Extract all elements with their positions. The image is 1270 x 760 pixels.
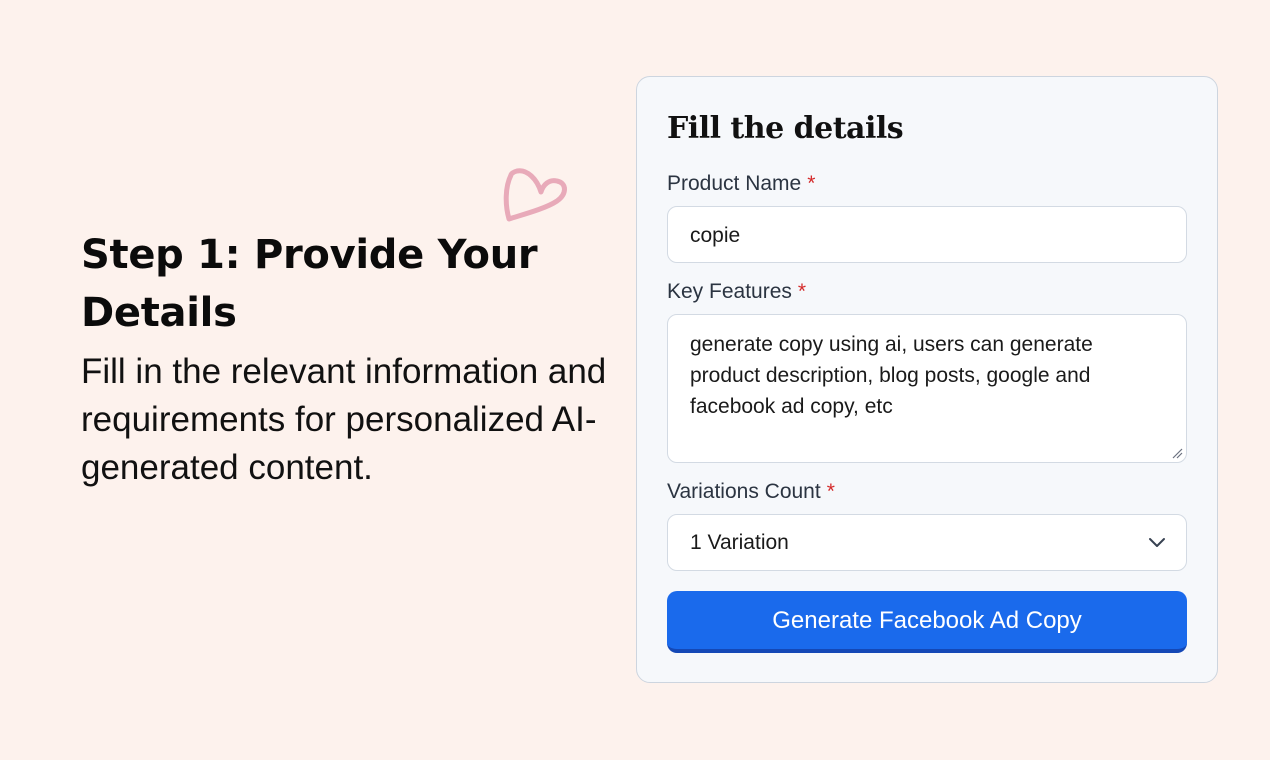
variations-count-label-text: Variations Count [667, 480, 821, 503]
details-form-card: Fill the details Product Name * copie Key… [636, 76, 1218, 683]
product-name-label: Product Name * [667, 170, 815, 198]
heart-outline-icon [503, 168, 567, 222]
key-features-label: Key Features * [667, 278, 806, 306]
product-name-input[interactable]: copie [667, 206, 1187, 263]
product-name-label-text: Product Name [667, 172, 802, 195]
chevron-down-icon [1149, 538, 1165, 547]
required-marker: * [797, 280, 807, 303]
variations-count-value: 1 Variation [690, 531, 789, 554]
form-title: Fill the details [667, 111, 904, 146]
resize-handle-icon[interactable] [1171, 447, 1183, 459]
required-marker: * [826, 480, 835, 503]
generate-facebook-ad-copy-button[interactable]: Generate Facebook Ad Copy [667, 591, 1187, 653]
step-title: Step 1: Provide Your Details [81, 232, 538, 336]
key-features-label-text: Key Features [667, 280, 792, 303]
intro-section: Step 1: Provide Your Details Fill in the… [81, 226, 611, 492]
key-features-value: generate copy using ai, users can genera… [690, 333, 1093, 418]
required-marker: * [807, 172, 816, 195]
product-name-value: copie [690, 224, 741, 247]
key-features-textarea[interactable]: generate copy using ai, users can genera… [667, 314, 1187, 463]
step-description: Fill in the relevant information and req… [81, 352, 607, 487]
variations-count-label: Variations Count * [667, 478, 835, 506]
variations-count-select[interactable]: 1 Variation [667, 514, 1187, 571]
